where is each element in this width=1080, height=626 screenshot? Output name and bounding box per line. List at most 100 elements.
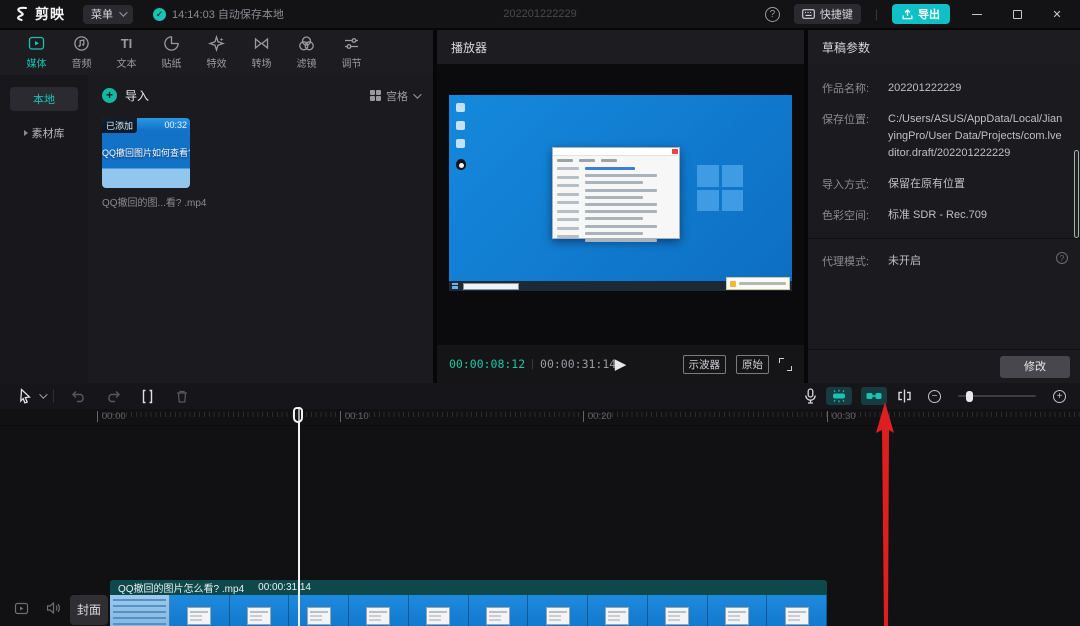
play-button[interactable]: ▶ [615,355,627,373]
filmstrip-frame [767,595,827,626]
field-value: 标准 SDR - Rec.709 [888,207,1066,224]
timeline-ruler[interactable]: 00:00 00:10 00:20 00:30 [0,409,1080,426]
zoom-in-icon[interactable]: + [1053,390,1066,403]
import-label: 导入 [125,87,149,104]
dialog-left-list [557,167,579,246]
dialog-right-content [585,167,657,246]
info-icon[interactable]: ? [1056,252,1068,264]
video-viewport [437,64,804,345]
split-button[interactable] [140,389,155,404]
draft-scrollbar[interactable] [1074,150,1079,238]
tab-media[interactable]: 媒体 [14,30,59,75]
preview-axis-toggle[interactable] [896,388,913,404]
mute-track-icon[interactable] [46,601,61,620]
subnav-label: 素材库 [32,125,65,141]
desktop-icon [456,121,465,130]
media-filename: QQ撤回的图...看? .mp4 [102,194,419,209]
grid-icon [370,90,381,101]
original-quality-button[interactable]: 原始 [736,355,769,374]
field-label: 代理模式: [822,253,888,270]
undo-button[interactable] [71,389,87,403]
tab-filter[interactable]: 滤镜 [284,30,329,75]
autosave-status: ✓ 14:14:03 自动保存本地 [153,6,284,22]
tab-text[interactable]: TI 文本 [104,30,149,75]
filmstrip-frame [110,595,170,626]
field-row-location: 保存位置: C:/Users/ASUS/AppData/Local/Jianyi… [822,111,1066,162]
filmstrip-frame [648,595,708,626]
subnav-asset-library[interactable]: 素材库 [10,121,78,145]
added-badge: 已添加 [102,118,137,133]
minimize-button[interactable] [964,4,990,24]
zoom-out-icon[interactable]: − [928,390,941,403]
desktop-icon [456,103,465,112]
field-value: 202201222229 [888,80,1066,97]
subnav-local[interactable]: 本地 [10,87,78,111]
zoom-slider-handle[interactable] [966,391,973,402]
scope-button[interactable]: 示波器 [683,355,727,374]
transition-icon [253,35,270,52]
export-button[interactable]: 导出 [892,4,950,24]
tab-label: 特效 [207,55,227,70]
timeline-panel: − + 00:00 00:10 00:20 00:30 封面 QQ撤回的图片怎么… [0,383,1080,626]
media-thumbnail[interactable]: 已添加 00:32 QQ撤回图片如何查看? [102,118,190,188]
timecode-separator: | [531,358,534,370]
link-toggle[interactable] [861,387,887,405]
total-timecode: 00:00:31:14 [540,357,616,371]
video-frame [449,95,792,291]
filmstrip-frame [349,595,409,626]
tab-adjust[interactable]: 调节 [329,30,374,75]
delete-button[interactable] [175,389,189,404]
start-button-icon [452,283,458,289]
desktop-icon [456,139,465,148]
select-tool-button[interactable] [18,388,33,404]
auto-snap-toggle[interactable] [826,387,852,405]
top-bar: 202201222229 剪映 菜单 ✓ 14:14:03 自动保存本地 ? 快… [0,0,1080,28]
select-tool-dropdown[interactable] [39,393,45,399]
field-row-name: 作品名称: 202201222229 [822,80,1066,97]
toolbar-divider [53,389,54,403]
effects-icon [208,35,225,52]
dialog-close-icon [672,149,678,154]
redo-button[interactable] [105,389,121,403]
record-voiceover-button[interactable] [804,388,817,404]
notification-toast [726,277,790,290]
tab-label: 调节 [342,55,362,70]
clip-header: QQ撤回的图片怎么看? .mp4 00:00:31:14 [110,580,827,595]
tab-audio[interactable]: 音频 [59,30,104,75]
clip-title: QQ撤回的图片怎么看? .mp4 [118,580,244,595]
help-icon[interactable]: ? [765,7,780,22]
timeline-zoom-slider[interactable] [958,395,1036,397]
filter-icon [298,35,315,52]
topbar-separator: | [875,7,878,21]
chevron-down-icon [39,390,47,398]
draft-footer: 修改 [808,349,1080,383]
filmstrip-frame [230,595,290,626]
fullscreen-icon[interactable] [779,358,792,371]
app-logo: 剪映 [12,4,65,24]
tab-effects[interactable]: 特效 [194,30,239,75]
view-mode-toggle[interactable]: 宫格 [370,88,419,104]
cover-button[interactable]: 封面 [70,595,108,625]
modify-button[interactable]: 修改 [1000,356,1070,378]
menu-button[interactable]: 菜单 [83,5,133,24]
close-button[interactable]: ✕ [1044,4,1070,24]
media-content: + 导入 宫格 已添加 00:32 QQ撤回图片如何查看? QQ撤回的图...看… [88,75,433,383]
tab-sticker[interactable]: 贴纸 [149,30,194,75]
maximize-button[interactable] [1004,4,1030,24]
playhead-line[interactable] [298,407,300,626]
maximize-icon [1013,10,1022,19]
import-button[interactable]: + 导入 [102,87,149,104]
ruler-label: 00:10 [340,411,369,422]
video-clip[interactable]: QQ撤回的图片怎么看? .mp4 00:00:31:14 [110,580,827,626]
chevron-down-icon [119,8,127,16]
ruler-label: 00:20 [583,411,612,422]
shortcut-button[interactable]: 快捷键 [794,4,861,24]
jianying-logo-icon [12,5,30,23]
tab-transition[interactable]: 转场 [239,30,284,75]
player-controls: 00:00:08:12 | 00:00:31:14 ▶ 示波器 原始 [437,345,804,383]
timeline-tracks: 封面 QQ撤回的图片怎么看? .mp4 00:00:31:14 [0,426,1080,626]
field-value: 未开启 [888,253,1066,270]
main-track-icon[interactable] [14,601,29,621]
filmstrip-frame [588,595,648,626]
playhead-handle[interactable] [293,407,303,423]
